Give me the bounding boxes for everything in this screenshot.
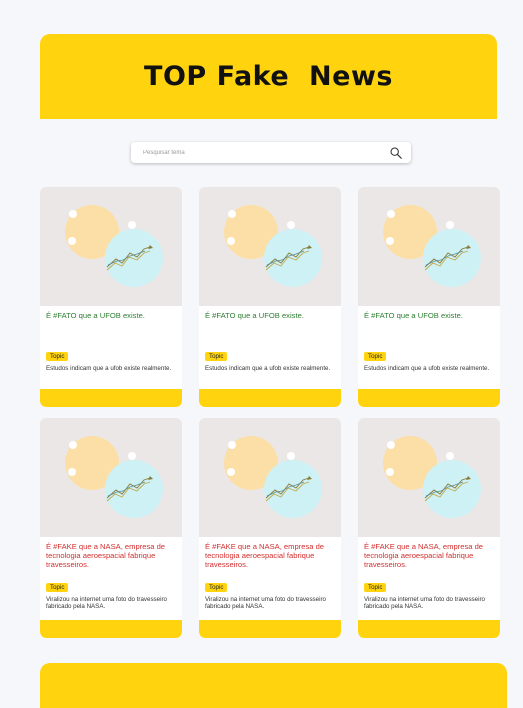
card-description: Viralizou na internet uma foto do traves… <box>364 596 485 610</box>
chart-illustration-icon <box>65 205 163 287</box>
card-thumbnail <box>40 418 182 537</box>
news-card[interactable]: É #FAKE que a NASA, empresa de tecnologi… <box>40 418 182 638</box>
card-description: Estudos indicam que a ufob existe realme… <box>364 365 490 372</box>
card-title[interactable]: É #FATO que a UFOB existe. <box>199 306 341 345</box>
news-card[interactable]: É #FATO que a UFOB existe. Topic Estudos… <box>40 187 182 407</box>
card-footer <box>199 620 341 638</box>
card-thumbnail <box>40 187 182 306</box>
news-card[interactable]: É #FAKE que a NASA, empresa de tecnologi… <box>358 418 500 638</box>
search-bar[interactable] <box>131 142 411 163</box>
card-description: Estudos indicam que a ufob existe realme… <box>46 365 172 372</box>
topic-badge: Topic <box>205 583 228 592</box>
card-footer <box>358 620 500 638</box>
card-title[interactable]: É #FAKE que a NASA, empresa de tecnologi… <box>199 537 341 576</box>
card-footer <box>40 389 182 407</box>
chart-illustration-icon <box>224 436 322 518</box>
card-footer <box>40 620 182 638</box>
chart-illustration-icon <box>383 436 481 518</box>
card-description: Estudos indicam que a ufob existe realme… <box>205 365 331 372</box>
search-icon[interactable] <box>389 146 403 160</box>
topic-badge: Topic <box>205 352 228 361</box>
chart-illustration-icon <box>383 205 481 287</box>
card-thumbnail <box>199 418 341 537</box>
news-card[interactable]: É #FAKE que a NASA, empresa de tecnologi… <box>199 418 341 638</box>
page-title: TOP Fake News <box>144 61 393 92</box>
topic-badge: Topic <box>364 583 387 592</box>
page-header: TOP Fake News <box>40 34 497 119</box>
card-title[interactable]: É #FAKE que a NASA, empresa de tecnologi… <box>40 537 182 576</box>
card-title[interactable]: É #FATO que a UFOB existe. <box>40 306 182 345</box>
search-input[interactable] <box>143 149 389 156</box>
news-card[interactable]: É #FATO que a UFOB existe. Topic Estudos… <box>358 187 500 407</box>
topic-badge: Topic <box>46 583 69 592</box>
chart-illustration-icon <box>65 436 163 518</box>
card-thumbnail <box>358 418 500 537</box>
card-description: Viralizou na internet uma foto do traves… <box>205 596 326 610</box>
topic-badge: Topic <box>364 352 387 361</box>
card-footer <box>199 389 341 407</box>
card-description: Viralizou na internet uma foto do traves… <box>46 596 167 610</box>
card-thumbnail <box>199 187 341 306</box>
card-footer <box>358 389 500 407</box>
news-card[interactable]: É #FATO que a UFOB existe. Topic Estudos… <box>199 187 341 407</box>
topic-badge: Topic <box>46 352 69 361</box>
card-title[interactable]: É #FAKE que a NASA, empresa de tecnologi… <box>358 537 500 576</box>
card-title[interactable]: É #FATO que a UFOB existe. <box>358 306 500 345</box>
card-thumbnail <box>358 187 500 306</box>
footer-bar <box>40 663 507 708</box>
chart-illustration-icon <box>224 205 322 287</box>
